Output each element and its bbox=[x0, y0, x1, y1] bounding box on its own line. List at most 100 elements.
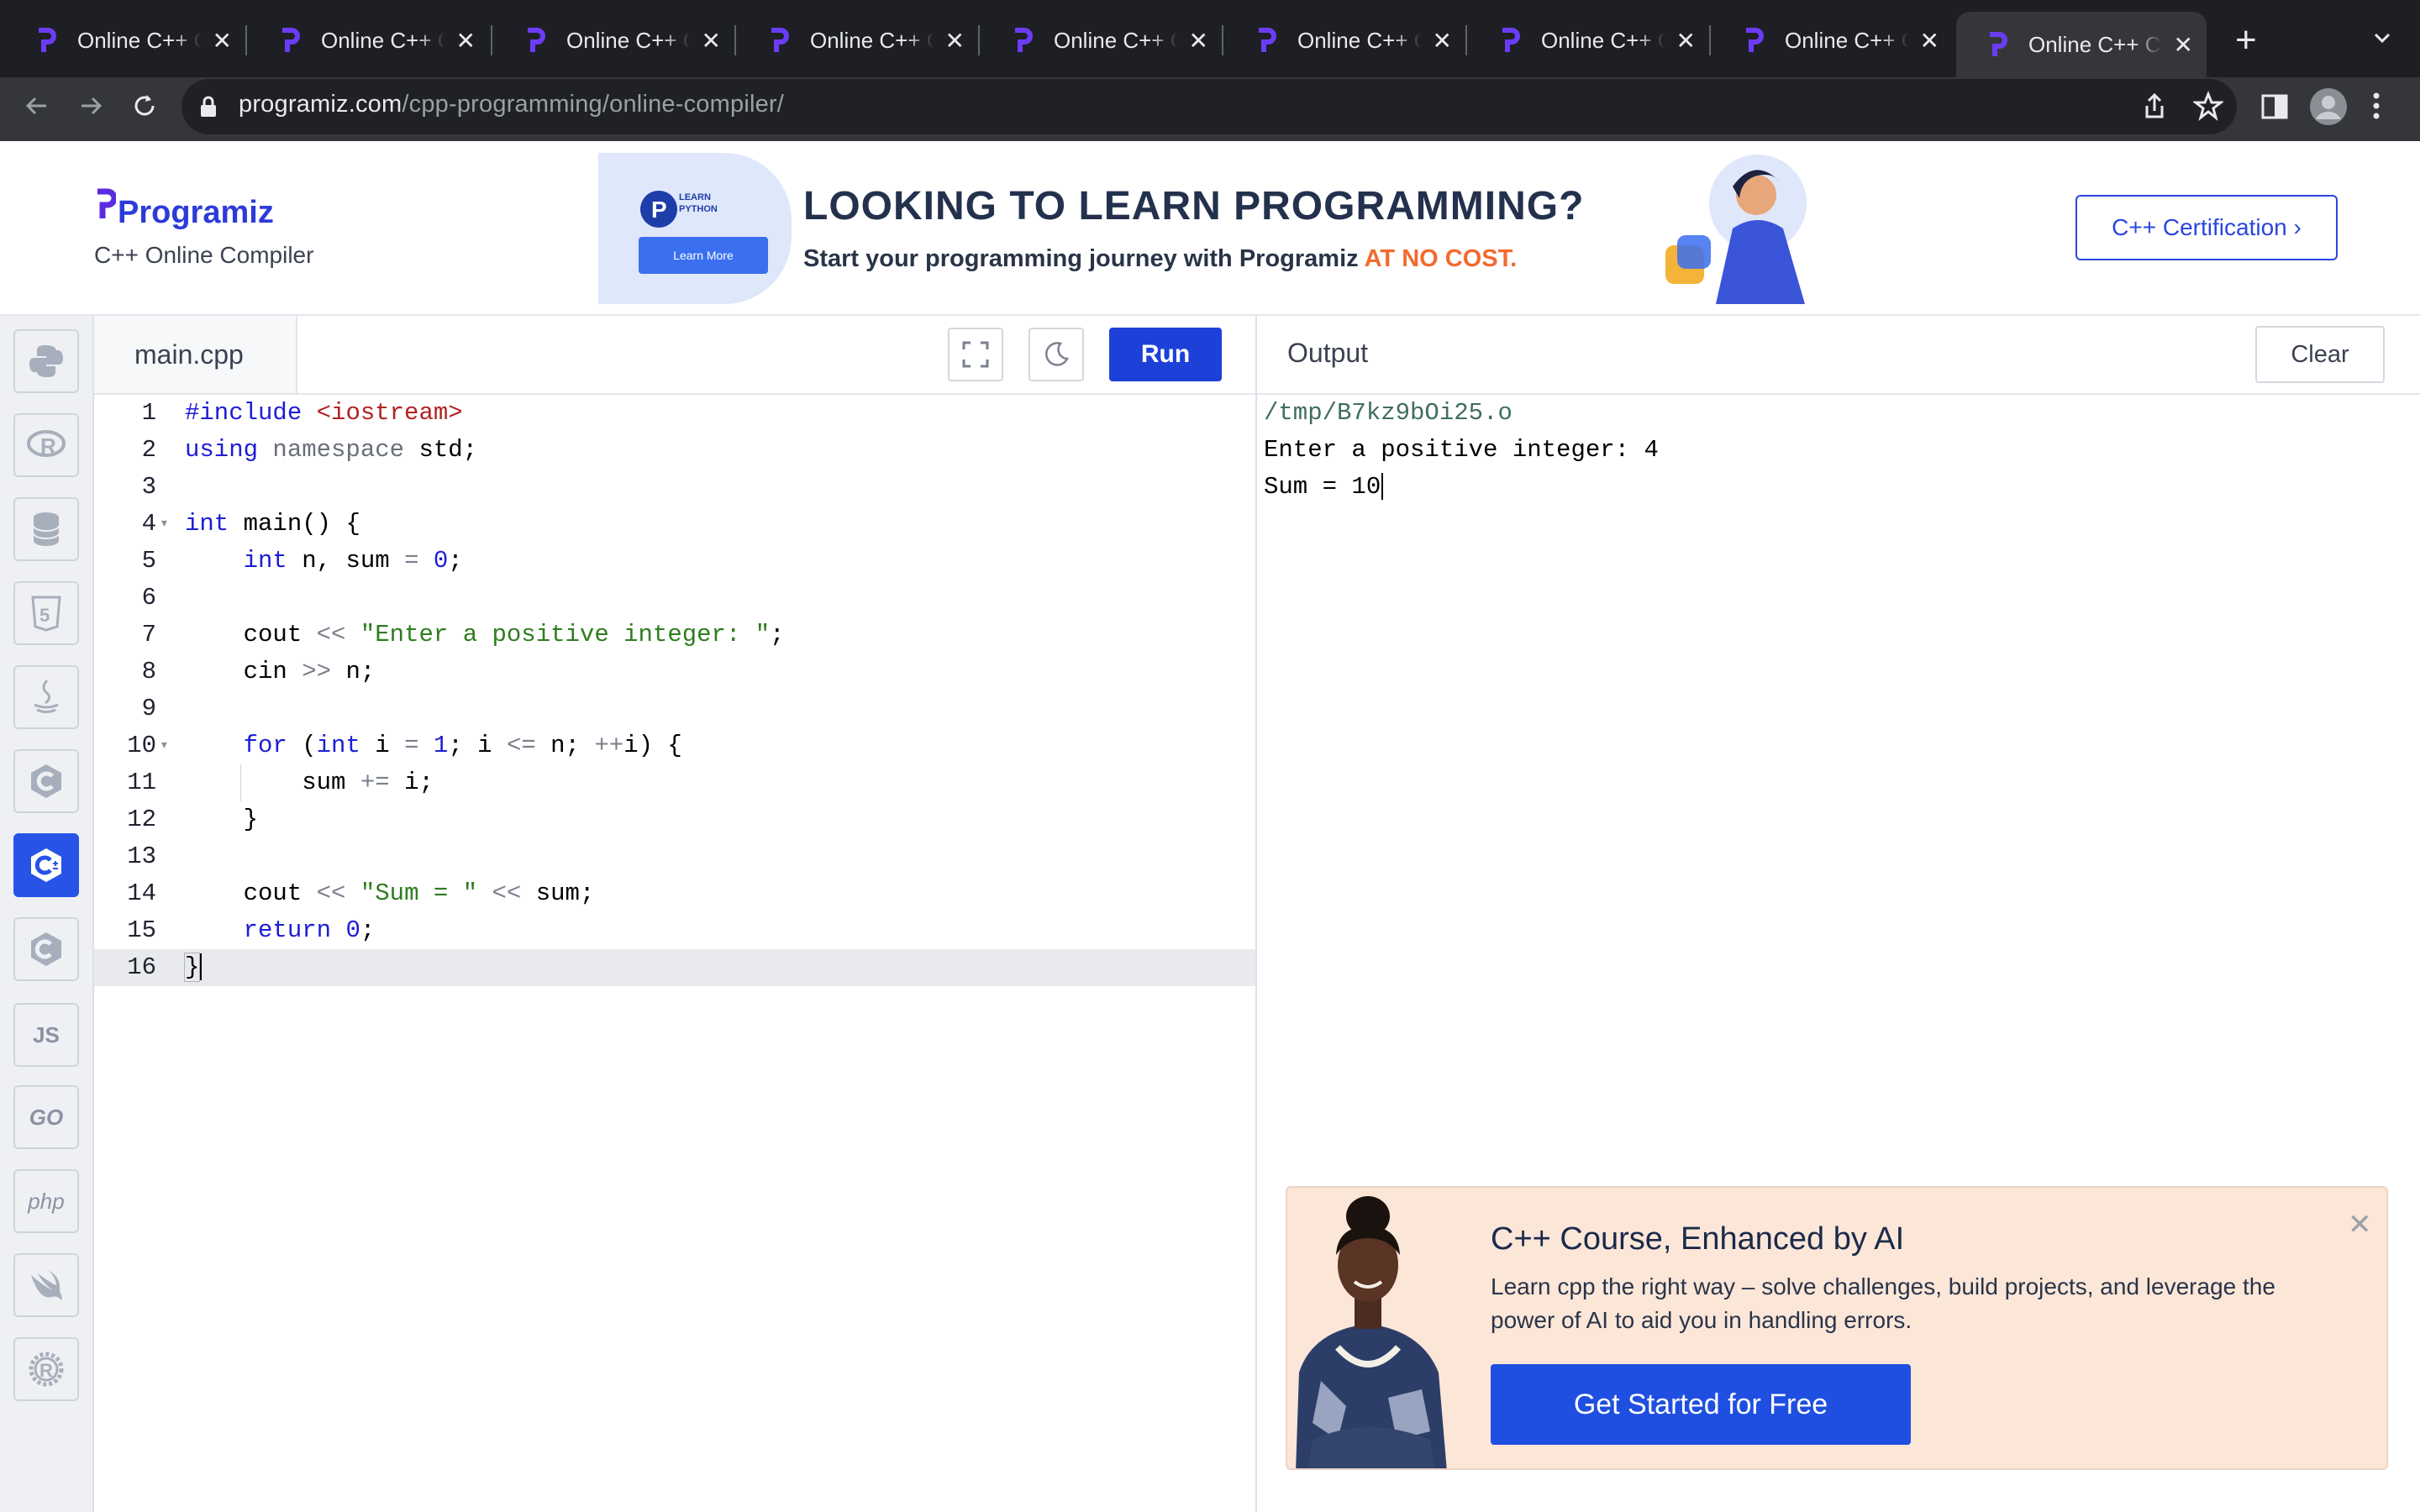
programiz-favicon-icon bbox=[1499, 27, 1521, 54]
php-icon: php bbox=[28, 1188, 65, 1214]
file-name: main.cpp bbox=[134, 339, 244, 370]
tab-title: Online C++ Compiler - Programiz bbox=[1785, 27, 1908, 53]
lang-python-button[interactable] bbox=[13, 329, 79, 393]
code-line[interactable]: 6 bbox=[94, 580, 1254, 617]
code-line[interactable]: 13 bbox=[94, 838, 1254, 875]
bookmark-star-icon[interactable] bbox=[2191, 90, 2225, 125]
editor-cursor bbox=[200, 953, 203, 981]
code-line[interactable]: 3 bbox=[94, 469, 1254, 506]
programiz-logo-icon[interactable] bbox=[94, 188, 118, 226]
tab-title: Online C++ Compiler - Programiz bbox=[77, 27, 201, 53]
dark-mode-toggle[interactable] bbox=[1028, 328, 1084, 381]
tab-search-icon[interactable] bbox=[2370, 25, 2395, 55]
lang-c-button[interactable] bbox=[13, 749, 79, 813]
browser-tab-active[interactable]: Online C++ Compiler - Programiz ✕ bbox=[1956, 12, 2207, 77]
new-tab-button[interactable]: + bbox=[2235, 18, 2257, 62]
code-line[interactable]: 15 return 0; bbox=[94, 912, 1254, 949]
r-language-icon: R bbox=[27, 430, 66, 459]
tab-separator bbox=[1222, 25, 1223, 55]
code-line[interactable]: 16} bbox=[94, 949, 1254, 986]
profile-avatar[interactable] bbox=[2309, 87, 2348, 130]
go-icon: GO bbox=[29, 1104, 64, 1130]
svg-text:5: 5 bbox=[39, 605, 50, 626]
html5-icon: 5 bbox=[31, 596, 61, 632]
code-line[interactable]: 4 ▾ int main() { bbox=[94, 506, 1254, 543]
tab-close-icon[interactable]: ✕ bbox=[1920, 27, 1939, 55]
tab-close-icon[interactable]: ✕ bbox=[1189, 27, 1208, 55]
lang-php-button[interactable]: php bbox=[13, 1169, 79, 1233]
file-tab-main-cpp[interactable]: main.cpp bbox=[94, 316, 297, 393]
forward-arrow-icon bbox=[82, 97, 103, 115]
browser-tab[interactable]: Online C++ Compiler - Programiz ✕ bbox=[738, 13, 978, 67]
code-line[interactable]: 14 cout << "Sum = " << sum; bbox=[94, 875, 1254, 912]
browser-tab[interactable]: Online C++ Compiler - Programiz ✕ bbox=[1469, 13, 1709, 67]
reload-button[interactable] bbox=[124, 86, 165, 126]
clear-output-button[interactable]: Clear bbox=[2255, 326, 2385, 383]
tab-title: Online C++ Compiler - Programiz bbox=[810, 27, 934, 53]
code-line[interactable]: 9 bbox=[94, 690, 1254, 727]
lang-cpp-button[interactable] bbox=[13, 833, 79, 897]
tab-close-icon[interactable]: ✕ bbox=[213, 27, 232, 55]
ad-tagline: Start your programming journey with Prog… bbox=[803, 245, 1517, 273]
share-icon[interactable] bbox=[2141, 92, 2168, 125]
code-line[interactable]: 8 cin >> n; bbox=[94, 654, 1254, 690]
lang-sql-button[interactable] bbox=[13, 497, 79, 561]
tab-separator bbox=[734, 25, 736, 55]
tab-close-icon[interactable]: ✕ bbox=[2174, 31, 2193, 59]
lang-java-button[interactable] bbox=[13, 665, 79, 729]
browser-tab[interactable]: Online C++ Compiler - Programiz ✕ bbox=[494, 13, 734, 67]
output-line[interactable]: Sum = 10 bbox=[1264, 469, 1384, 506]
browser-tab[interactable]: Online C++ Compiler - Programiz ✕ bbox=[249, 13, 489, 67]
site-logo[interactable]: Programiz bbox=[118, 195, 274, 231]
close-icon[interactable]: ✕ bbox=[2348, 1208, 2372, 1242]
browser-tab[interactable]: Online C++ Compiler - Programiz ✕ bbox=[1712, 13, 1953, 67]
url-text[interactable]: programiz.com/cpp-programming/online-com… bbox=[239, 91, 784, 118]
code-line[interactable]: 10 ▾ for (int i = 1; i <= n; ++i) { bbox=[94, 727, 1254, 764]
panel-divider[interactable] bbox=[1255, 316, 1257, 1512]
output-line-text: Sum = 10 bbox=[1264, 473, 1381, 501]
tab-close-icon[interactable]: ✕ bbox=[945, 27, 965, 55]
tab-title: Online C++ Compiler - Programiz bbox=[566, 27, 690, 53]
tab-close-icon[interactable]: ✕ bbox=[456, 27, 476, 55]
browser-tab[interactable]: Online C++ Compiler - Programiz ✕ bbox=[5, 13, 245, 67]
tab-close-icon[interactable]: ✕ bbox=[702, 27, 721, 55]
code-line[interactable]: 5 int n, sum = 0; bbox=[94, 543, 1254, 580]
fold-arrow-icon[interactable]: ▾ bbox=[160, 727, 169, 764]
tab-separator bbox=[1709, 25, 1711, 55]
ad-banner[interactable]: P LEARN PYTHON Learn More LOOKING TO LEA… bbox=[598, 153, 1822, 304]
browser-menu-icon[interactable] bbox=[2371, 91, 2381, 125]
fullscreen-button[interactable] bbox=[948, 328, 1003, 381]
code-line[interactable]: 12 } bbox=[94, 801, 1254, 838]
lang-r-button[interactable]: R bbox=[13, 413, 79, 477]
code-line[interactable]: 11 sum += i; bbox=[94, 764, 1254, 801]
run-button[interactable]: Run bbox=[1109, 328, 1222, 381]
get-started-button[interactable]: Get Started for Free bbox=[1491, 1364, 1911, 1445]
browser-tab[interactable]: Online C++ Compiler - Programiz ✕ bbox=[1225, 13, 1465, 67]
code-line[interactable]: 2 using namespace std; bbox=[94, 432, 1254, 469]
lang-html-button[interactable]: 5 bbox=[13, 581, 79, 645]
lang-swift-button[interactable] bbox=[13, 1253, 79, 1317]
back-button[interactable] bbox=[17, 86, 57, 126]
side-panel-icon[interactable] bbox=[2260, 92, 2289, 125]
lang-rust-button[interactable]: R bbox=[13, 1337, 79, 1401]
swift-bird-icon bbox=[31, 1270, 62, 1300]
forward-button[interactable] bbox=[71, 86, 111, 126]
cpp-certification-button[interactable]: C++ Certification › bbox=[2075, 195, 2338, 260]
ad-illustration-icon bbox=[1665, 155, 1807, 304]
browser-tab[interactable]: Online C++ Compiler - Programiz ✕ bbox=[981, 13, 1222, 67]
tab-title: Online C++ Compiler - Programiz bbox=[1054, 27, 1177, 53]
lang-go-button[interactable]: GO bbox=[13, 1085, 79, 1149]
lang-csharp-button[interactable] bbox=[13, 917, 79, 981]
tab-separator bbox=[245, 25, 247, 55]
code-line[interactable]: 7 cout << "Enter a positive integer: "; bbox=[94, 617, 1254, 654]
tab-close-icon[interactable]: ✕ bbox=[1433, 27, 1452, 55]
tab-separator bbox=[1465, 25, 1467, 55]
code-line[interactable]: 1 #include <iostream> bbox=[94, 395, 1254, 432]
ad-learn-more-button[interactable]: Learn More bbox=[639, 237, 768, 274]
lang-js-button[interactable]: JS bbox=[13, 1003, 79, 1067]
fold-arrow-icon[interactable]: ▾ bbox=[160, 506, 169, 543]
lock-icon[interactable] bbox=[198, 94, 218, 123]
programiz-favicon-icon bbox=[1255, 27, 1277, 54]
tab-close-icon[interactable]: ✕ bbox=[1676, 27, 1696, 55]
svg-text:R: R bbox=[39, 1360, 53, 1381]
